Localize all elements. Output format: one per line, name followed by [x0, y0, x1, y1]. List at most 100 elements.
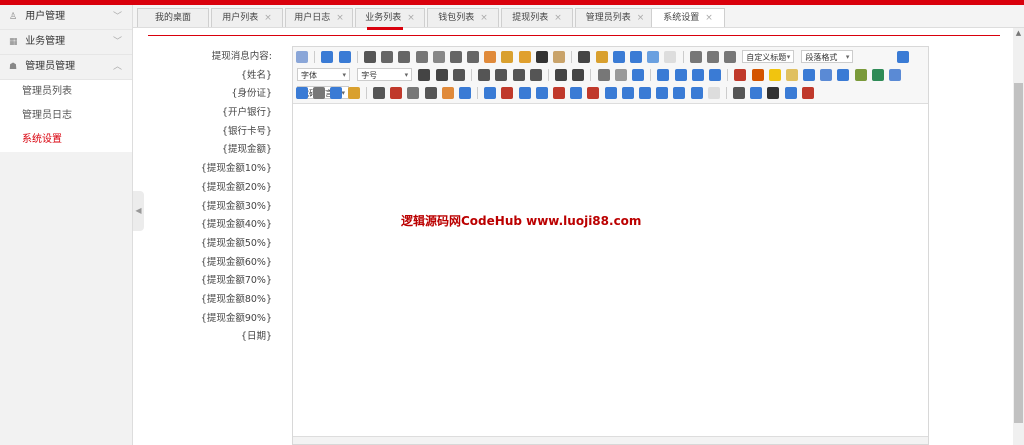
print-preview-icon[interactable] [707, 87, 720, 99]
multi-image-icon[interactable] [751, 69, 764, 81]
auto-typeset-icon[interactable] [518, 51, 531, 63]
editor-content-text[interactable]: 逻辑源码网CodeHub www.luoji88.com [401, 212, 641, 229]
sidebar-item-admin-list[interactable]: 管理员列表 [0, 80, 132, 104]
help-icon[interactable] [784, 87, 797, 99]
image-center-icon[interactable] [691, 69, 704, 81]
template-icon[interactable] [313, 87, 326, 99]
search-icon[interactable] [767, 87, 780, 99]
split-rows-icon[interactable] [673, 87, 686, 99]
background-color-icon[interactable] [595, 51, 608, 63]
font-size-select[interactable]: 字号 ▾ [357, 68, 413, 81]
align-center-icon[interactable] [495, 69, 508, 81]
tab-withdraw-list[interactable]: 提现列表 × [501, 8, 573, 27]
line-height-icon[interactable] [724, 51, 737, 63]
insert-video-icon[interactable] [803, 69, 816, 81]
preview-icon[interactable] [750, 87, 763, 99]
paragraph-format-select[interactable]: 段落格式 ▾ [801, 50, 854, 63]
align-right-icon[interactable] [512, 69, 525, 81]
close-icon[interactable]: × [705, 13, 713, 23]
indent-icon[interactable] [452, 69, 465, 81]
row-spacing-bottom-icon[interactable] [706, 51, 719, 63]
paste-plain-icon[interactable] [553, 51, 565, 63]
music-icon[interactable] [820, 69, 833, 81]
bold-icon[interactable] [363, 51, 376, 63]
image-left-icon[interactable] [657, 69, 670, 81]
delete-row-icon[interactable] [553, 87, 565, 99]
tab-my-desktop[interactable]: 我的桌面 [137, 8, 209, 27]
close-icon[interactable]: × [407, 13, 415, 23]
unordered-list-icon[interactable] [629, 51, 642, 63]
emotion-icon[interactable] [768, 69, 781, 81]
remove-format-icon[interactable] [484, 51, 497, 63]
split-cells-icon[interactable] [656, 87, 669, 99]
background-icon[interactable] [330, 87, 343, 99]
uppercase-icon[interactable] [555, 69, 568, 81]
special-char-icon[interactable] [424, 87, 437, 99]
tab-system-settings[interactable]: 系统设置 × [651, 8, 725, 27]
horizontal-rule-icon[interactable] [372, 87, 385, 99]
tab-admin-list[interactable]: 管理员列表 × [575, 8, 655, 27]
underline-icon[interactable] [398, 51, 411, 63]
subscript-icon[interactable] [467, 51, 480, 63]
blockquote-icon[interactable] [535, 51, 548, 63]
close-icon[interactable]: × [336, 13, 344, 23]
superscript-icon[interactable] [449, 51, 462, 63]
tab-user-log[interactable]: 用户日志 × [285, 8, 353, 27]
insert-paragraph-before-table-icon[interactable] [518, 87, 531, 99]
ltr-direction-icon[interactable] [418, 69, 431, 81]
time-icon[interactable] [407, 87, 420, 99]
insert-frame-icon[interactable] [889, 69, 901, 81]
insert-row-icon[interactable] [535, 87, 548, 99]
align-justify-icon[interactable] [529, 69, 542, 81]
link-icon[interactable] [597, 69, 610, 81]
google-map-icon[interactable] [871, 69, 884, 81]
page-scrollbar[interactable]: ▲ [1013, 28, 1024, 445]
scroll-thumb[interactable] [1014, 83, 1023, 423]
map-icon[interactable] [854, 69, 867, 81]
date-icon[interactable] [390, 87, 403, 99]
format-match-icon[interactable] [501, 51, 514, 63]
scroll-up-icon[interactable]: ▲ [1014, 28, 1023, 38]
anchor-icon[interactable] [632, 69, 644, 81]
sidebar-item-system-settings[interactable]: 系统设置 [0, 128, 132, 152]
close-icon[interactable]: × [264, 13, 272, 23]
rtl-direction-icon[interactable] [435, 69, 448, 81]
insert-table-icon[interactable] [484, 87, 497, 99]
clear-doc-icon[interactable] [664, 51, 677, 63]
split-cols-icon[interactable] [690, 87, 703, 99]
image-none-icon[interactable] [708, 69, 721, 81]
tab-business-list[interactable]: 业务列表 × [355, 8, 425, 27]
font-color-icon[interactable] [578, 51, 591, 63]
delete-col-icon[interactable] [587, 87, 600, 99]
scrawl-icon[interactable] [785, 69, 798, 81]
drafts-icon[interactable] [801, 87, 814, 99]
font-border-icon[interactable] [415, 51, 428, 63]
sidebar-collapse-handle[interactable]: ◀ [133, 191, 144, 231]
insert-col-icon[interactable] [570, 87, 583, 99]
undo-icon[interactable] [321, 51, 334, 63]
close-icon[interactable]: × [637, 13, 645, 23]
attachment-icon[interactable] [837, 69, 850, 81]
select-all-icon[interactable] [647, 51, 660, 63]
font-family-select[interactable]: 字体 ▾ [297, 68, 350, 81]
fullscreen-icon[interactable] [896, 51, 909, 63]
tab-user-list[interactable]: 用户列表 × [211, 8, 283, 27]
align-left-icon[interactable] [478, 69, 491, 81]
merge-cells-icon[interactable] [604, 87, 617, 99]
merge-right-icon[interactable] [621, 87, 634, 99]
html-source-icon[interactable] [296, 51, 308, 63]
sidebar-item-admin-log[interactable]: 管理员日志 [0, 104, 132, 128]
row-spacing-top-icon[interactable] [689, 51, 702, 63]
merge-down-icon[interactable] [638, 87, 651, 99]
lowercase-icon[interactable] [572, 69, 585, 81]
image-right-icon[interactable] [674, 69, 687, 81]
insert-image-icon[interactable] [734, 69, 747, 81]
close-icon[interactable]: × [554, 13, 562, 23]
unlink-icon[interactable] [614, 69, 627, 81]
sidebar-group-admin-management[interactable]: ☗ 管理员管理 ︿ [0, 55, 132, 80]
web-image-icon[interactable] [347, 87, 360, 99]
italic-icon[interactable] [381, 51, 394, 63]
search-replace-icon[interactable] [458, 87, 471, 99]
close-icon[interactable]: × [480, 13, 488, 23]
delete-table-icon[interactable] [501, 87, 514, 99]
